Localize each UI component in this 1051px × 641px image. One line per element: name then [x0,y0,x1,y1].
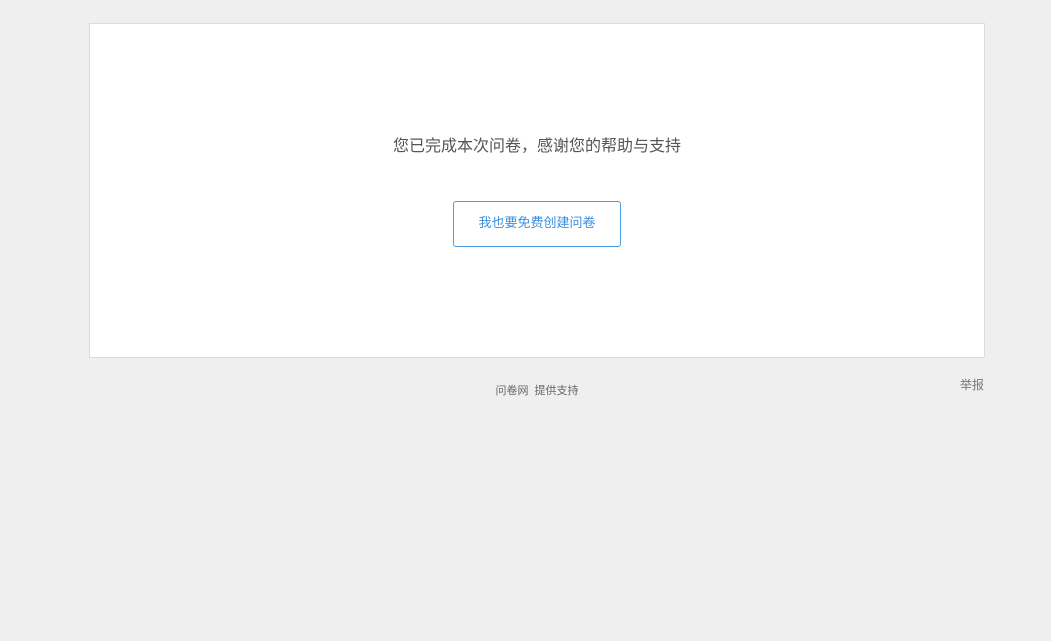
create-survey-button[interactable]: 我也要免费创建问卷 [453,201,621,247]
report-link[interactable]: 举报 [960,378,984,392]
brand-link[interactable]: 问卷网 [496,384,529,397]
page: 您已完成本次问卷，感谢您的帮助与支持 我也要免费创建问卷 问卷网 提供支持 举报 [0,0,1051,641]
support-text: 提供支持 [534,384,579,397]
footer: 问卷网 提供支持 举报 [89,378,985,403]
completion-card: 您已完成本次问卷，感谢您的帮助与支持 我也要免费创建问卷 [89,23,985,358]
powered-by: 问卷网 提供支持 [89,384,985,398]
thanks-message: 您已完成本次问卷，感谢您的帮助与支持 [392,136,681,155]
